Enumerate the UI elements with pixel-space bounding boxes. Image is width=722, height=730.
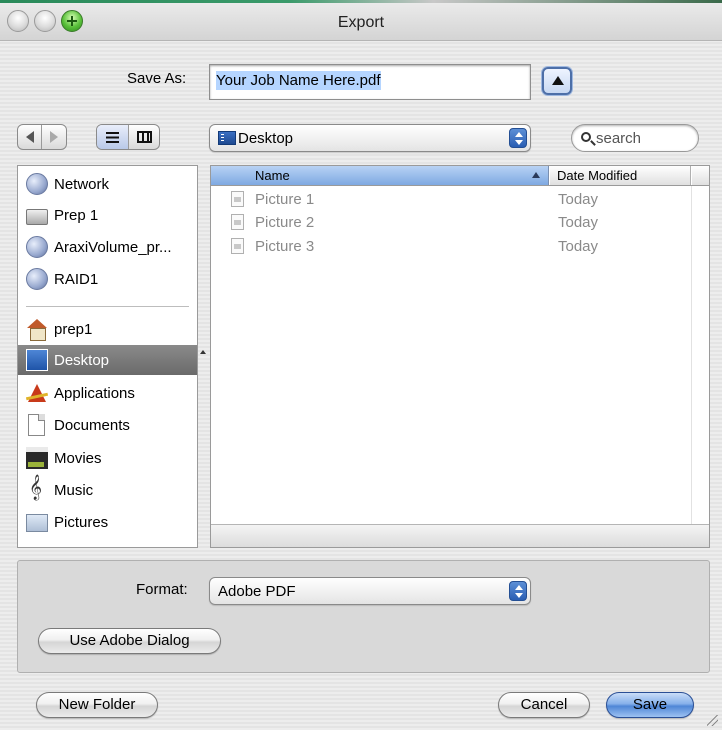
file-browser: Name Date Modified Picture 1 Today Pictu… — [210, 165, 710, 548]
file-date: Today — [558, 238, 599, 255]
resize-grip-icon[interactable] — [707, 715, 718, 726]
file-name: Picture 3 — [255, 238, 315, 255]
popup-arrows-icon — [509, 128, 527, 148]
desktop-icon — [218, 131, 236, 145]
date-modified-column-header[interactable]: Date Modified — [550, 166, 691, 185]
sidebar-item-pictures[interactable]: Pictures — [18, 507, 197, 537]
save-as-value: Your Job Name Here.pdf — [216, 71, 381, 90]
sidebar-item-applications[interactable]: Applications — [18, 378, 197, 408]
sidebar-divider — [26, 306, 189, 307]
name-column-label: Name — [255, 168, 290, 183]
name-column-header[interactable]: Name — [211, 166, 549, 185]
sidebar-item-label: Prep 1 — [54, 206, 99, 224]
sidebar-scroll-up-icon[interactable] — [198, 346, 208, 362]
date-column-label: Date Modified — [557, 168, 638, 183]
sidebar-item-network[interactable]: Network — [18, 169, 197, 199]
column-view-icon — [136, 131, 152, 143]
sidebar-item-prep-1[interactable]: Prep 1 — [18, 200, 197, 230]
file-name: Picture 2 — [255, 214, 315, 231]
window-title: Export — [337, 14, 385, 31]
export-dialog: Export Save As: Your Job Name Here.pdf D… — [0, 0, 722, 730]
column-view-button[interactable] — [129, 125, 159, 149]
file-name: Picture 1 — [255, 191, 315, 208]
sidebar-item-movies[interactable]: Movies — [18, 443, 197, 473]
image-file-icon — [231, 214, 244, 230]
sidebar-item-label: RAID1 — [54, 270, 99, 288]
network-volume-icon — [26, 236, 48, 258]
title-bar: Export — [0, 3, 722, 41]
documents-icon — [28, 414, 45, 436]
sidebar-item-label: Applications — [54, 384, 135, 402]
new-folder-button[interactable]: New Folder — [36, 692, 158, 718]
format-value: Adobe PDF — [218, 583, 296, 600]
movies-icon — [26, 447, 48, 469]
history-nav — [17, 124, 67, 150]
sidebar-item-documents[interactable]: Documents — [18, 410, 197, 440]
sidebar-item-label: Music — [54, 481, 94, 499]
back-button[interactable] — [18, 125, 42, 149]
sidebar-item-label: Movies — [54, 449, 102, 467]
file-date: Today — [558, 214, 599, 231]
sidebar-item-label: prep1 — [54, 320, 93, 338]
image-file-icon — [231, 238, 244, 254]
sidebar-item-label: Desktop — [54, 351, 110, 369]
sort-ascending-icon — [532, 172, 540, 178]
list-view-icon — [106, 131, 119, 143]
sidebar-item-araxivolume[interactable]: AraxiVolume_pr... — [18, 232, 197, 262]
column-header-filler — [692, 166, 709, 185]
triangle-up-icon — [552, 76, 564, 85]
save-as-label: Save As: — [127, 70, 187, 87]
sidebar-item-label: Documents — [54, 416, 130, 434]
save-button[interactable]: Save — [606, 692, 694, 718]
format-label: Format: — [136, 581, 188, 598]
file-row[interactable]: Picture 3 Today — [211, 236, 693, 258]
file-row[interactable]: Picture 1 Today — [211, 189, 693, 211]
cancel-button[interactable]: Cancel — [498, 692, 590, 718]
sidebar: Network Prep 1 AraxiVolume_pr... RAID1 p… — [17, 165, 198, 548]
file-row[interactable]: Picture 2 Today — [211, 212, 693, 234]
search-placeholder: search — [596, 130, 642, 147]
desktop-icon — [26, 349, 48, 371]
popup-arrows-icon — [509, 581, 527, 601]
music-icon — [26, 475, 48, 501]
save-as-field[interactable]: Your Job Name Here.pdf — [209, 64, 531, 100]
format-popup[interactable]: Adobe PDF — [209, 577, 531, 605]
pictures-icon — [26, 514, 48, 532]
search-field[interactable]: search — [571, 124, 699, 152]
file-list-header: Name Date Modified — [211, 166, 709, 186]
horizontal-scrollbar[interactable] — [211, 524, 709, 547]
sidebar-item-music[interactable]: Music — [18, 475, 197, 505]
sidebar-item-desktop[interactable]: Desktop — [18, 345, 197, 375]
sidebar-item-label: Network — [54, 175, 110, 193]
column-divider — [691, 186, 692, 538]
forward-button[interactable] — [42, 125, 66, 149]
search-icon — [581, 132, 591, 142]
collapse-dialog-button[interactable] — [542, 67, 572, 95]
sidebar-item-raid1[interactable]: RAID1 — [18, 264, 197, 294]
sidebar-item-label: Pictures — [54, 513, 109, 531]
file-date: Today — [558, 191, 599, 208]
sidebar-item-prep1-home[interactable]: prep1 — [18, 314, 197, 344]
forward-arrow-icon — [50, 131, 58, 143]
hard-disk-icon — [26, 208, 48, 225]
network-volume-icon — [26, 268, 48, 290]
home-icon — [26, 318, 48, 341]
sidebar-item-label: AraxiVolume_pr... — [54, 238, 172, 256]
view-mode-switch — [96, 124, 160, 150]
location-popup[interactable]: Desktop — [209, 124, 531, 152]
applications-icon — [26, 382, 48, 404]
list-view-button[interactable] — [97, 125, 129, 149]
location-label: Desktop — [238, 130, 294, 147]
image-file-icon — [231, 191, 244, 207]
network-globe-icon — [26, 173, 48, 195]
use-adobe-dialog-button[interactable]: Use Adobe Dialog — [38, 628, 221, 654]
back-arrow-icon — [25, 131, 34, 143]
